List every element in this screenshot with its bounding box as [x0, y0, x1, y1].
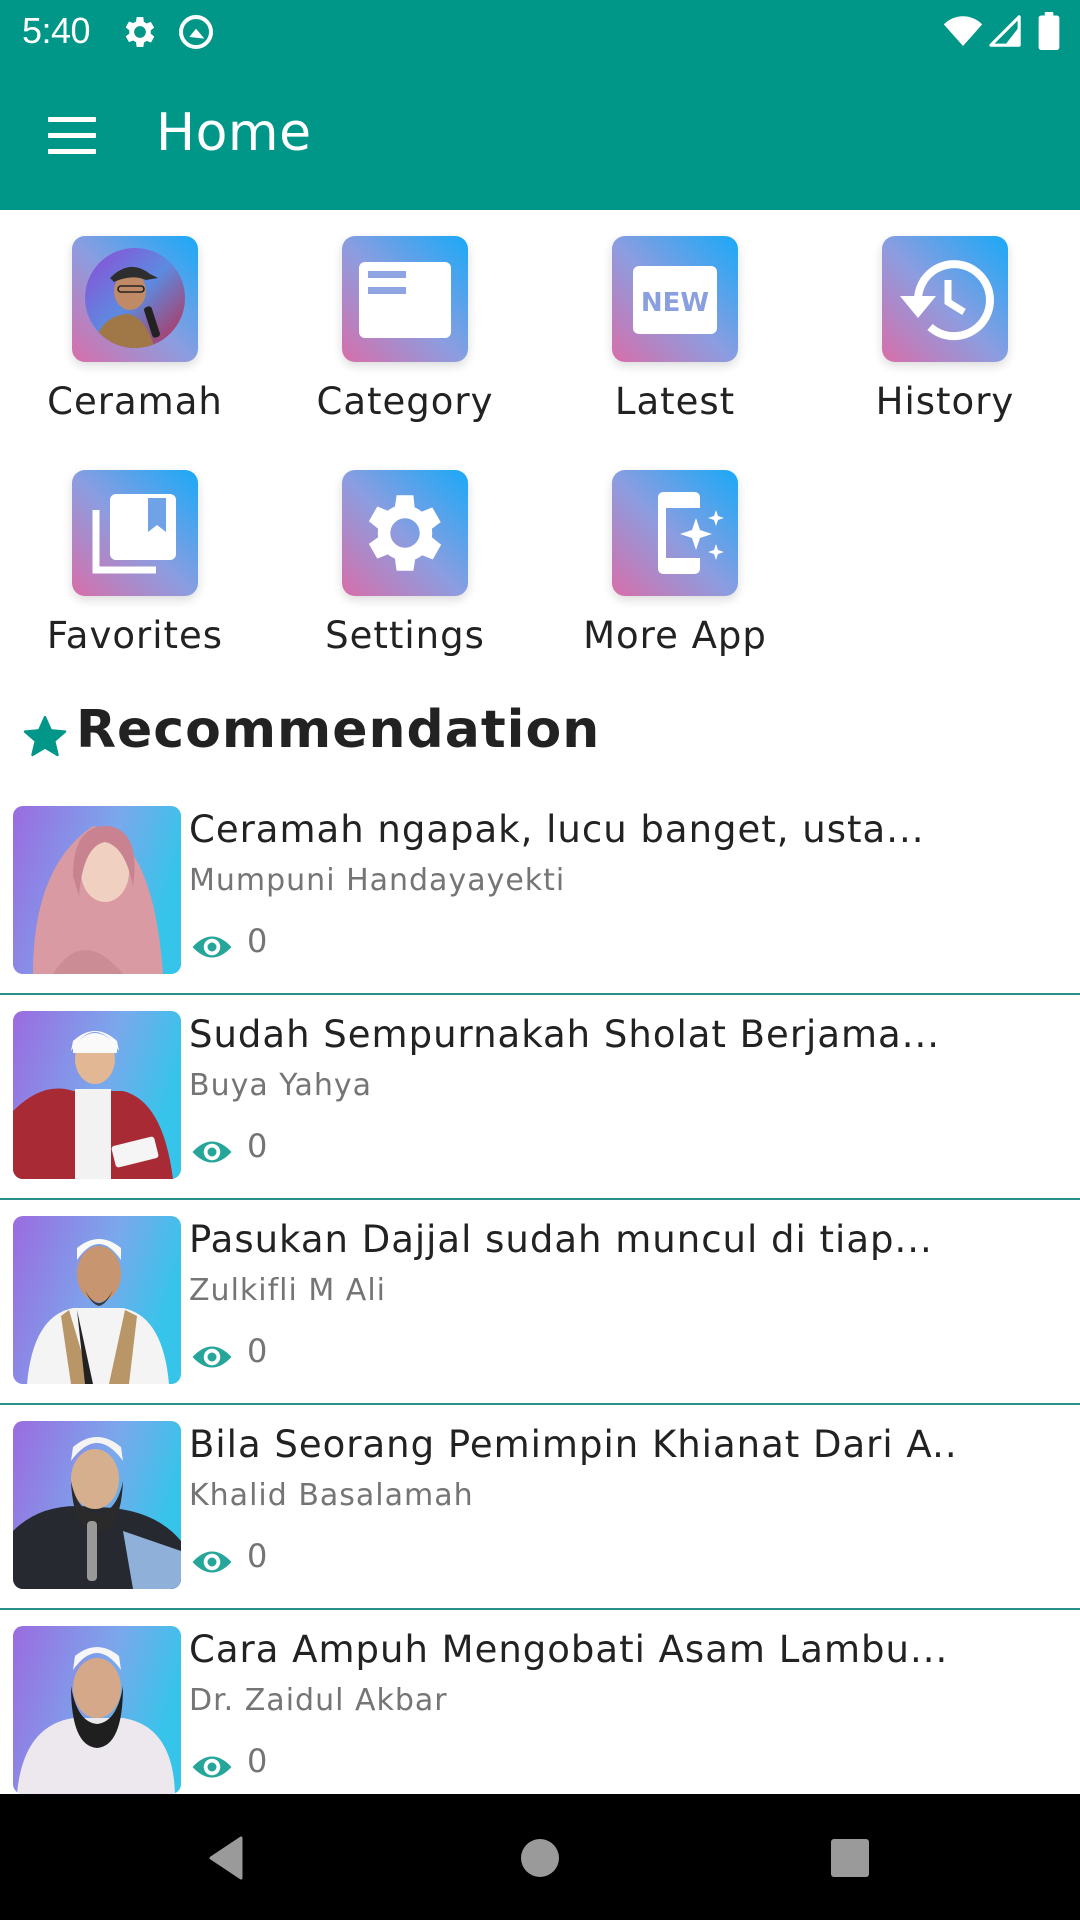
status-time: 5:40 — [22, 10, 91, 51]
video-author: Dr. Zaidul Akbar — [189, 1683, 448, 1718]
svg-text:NEW: NEW — [641, 288, 709, 318]
menu-item-label: Settings — [325, 614, 485, 657]
home-icon — [521, 1839, 559, 1877]
video-thumbnail — [13, 1011, 181, 1179]
view-count: 0 — [247, 1332, 268, 1370]
cell-signal-icon — [989, 15, 1021, 47]
tile — [612, 470, 738, 596]
settings-gear-icon — [368, 495, 442, 571]
menu-item-settings[interactable]: Settings — [270, 470, 540, 670]
view-count: 0 — [247, 1127, 268, 1165]
history-clock-icon — [900, 260, 994, 341]
video-author: Buya Yahya — [189, 1068, 372, 1103]
menu-item-ceramah[interactable]: Ceramah — [0, 236, 270, 436]
tile: NEW — [612, 236, 738, 362]
list-item[interactable]: Bila Seorang Pemimpin Khianat Dari A... … — [0, 1405, 1080, 1610]
video-author: Zulkifli M Ali — [189, 1273, 386, 1308]
status-bar: 5:40 — [0, 0, 1080, 63]
star-icon — [23, 715, 67, 757]
section-title: Recommendation — [76, 700, 601, 760]
tile — [882, 236, 1008, 362]
eye-icon — [192, 1346, 232, 1368]
tile — [342, 236, 468, 362]
video-title: Cara Ampuh Mengobati Asam Lambu... — [189, 1628, 949, 1671]
eye-icon — [192, 1141, 232, 1163]
hamburger-menu-icon[interactable] — [40, 113, 100, 159]
bookmark-library-icon — [92, 494, 176, 574]
tile — [72, 470, 198, 596]
video-thumbnail — [13, 1421, 181, 1589]
recents-icon — [831, 1839, 869, 1877]
menu-item-label: More App — [583, 614, 767, 657]
app-bar: Home — [0, 63, 1080, 210]
category-card-icon — [359, 262, 451, 338]
video-title: Pasukan Dajjal sudah muncul di tiap... — [189, 1218, 933, 1261]
video-author: Mumpuni Handayayekti — [189, 863, 566, 898]
view-count: 0 — [247, 1742, 268, 1780]
q-logo-icon — [179, 15, 213, 49]
video-author: Khalid Basalamah — [189, 1478, 474, 1513]
eye-icon — [192, 1756, 232, 1778]
eye-icon — [192, 936, 232, 958]
menu-item-label: Category — [316, 380, 494, 423]
list-item[interactable]: Sudah Sempurnakah Sholat Berjama... Buya… — [0, 995, 1080, 1200]
list-item[interactable]: Pasukan Dajjal sudah muncul di tiap... Z… — [0, 1200, 1080, 1405]
menu-item-favorites[interactable]: Favorites — [0, 470, 270, 670]
menu-item-label: History — [875, 380, 1015, 423]
video-title: Ceramah ngapak, lucu banget, usta... — [189, 808, 925, 851]
menu-item-more-app[interactable]: More App — [540, 470, 810, 670]
speaker-avatar-icon — [85, 248, 185, 348]
menu-item-label: Favorites — [46, 614, 224, 657]
video-title: Sudah Sempurnakah Sholat Berjama... — [189, 1013, 940, 1056]
system-nav-bar — [0, 1794, 1080, 1920]
home-button[interactable] — [510, 1828, 570, 1888]
settings-gear-icon — [125, 17, 155, 47]
video-thumbnail — [13, 1626, 181, 1794]
battery-icon — [1038, 12, 1060, 50]
tile — [342, 470, 468, 596]
video-thumbnail — [13, 1216, 181, 1384]
menu-item-label: Ceramah — [47, 380, 223, 423]
recents-button[interactable] — [820, 1828, 880, 1888]
back-button[interactable] — [195, 1828, 255, 1888]
app-sparkle-icon — [658, 492, 724, 574]
view-count: 0 — [247, 1537, 268, 1575]
recommendation-list: Ceramah ngapak, lucu banget, usta... Mum… — [0, 790, 1080, 1794]
tile — [72, 236, 198, 362]
page-title: Home — [156, 103, 312, 163]
menu-item-category[interactable]: Category — [270, 236, 540, 436]
view-count: 0 — [247, 922, 268, 960]
video-thumbnail — [13, 806, 181, 974]
menu-item-history[interactable]: History — [810, 236, 1080, 436]
menu-item-latest[interactable]: NEW Latest — [540, 236, 810, 436]
new-badge-icon: NEW — [633, 266, 717, 334]
video-title: Bila Seorang Pemimpin Khianat Dari A... — [189, 1423, 959, 1466]
back-icon — [209, 1836, 243, 1880]
eye-icon — [192, 1551, 232, 1573]
list-item[interactable]: Ceramah ngapak, lucu banget, usta... Mum… — [0, 790, 1080, 995]
list-item[interactable]: Cara Ampuh Mengobati Asam Lambu... Dr. Z… — [0, 1610, 1080, 1794]
wifi-icon — [943, 16, 983, 46]
menu-item-label: Latest — [614, 380, 736, 423]
